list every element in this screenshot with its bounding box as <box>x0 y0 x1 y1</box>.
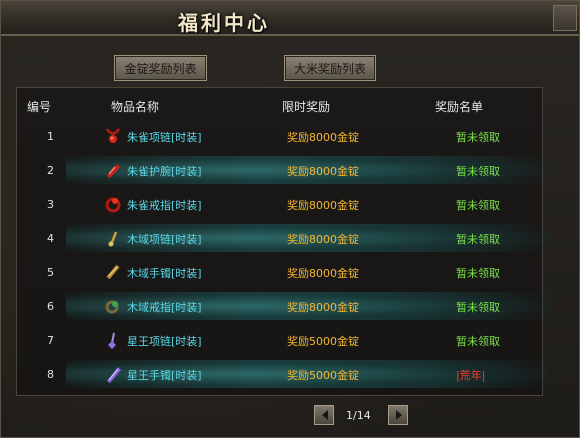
arrow-right-icon <box>396 410 402 420</box>
reward-amount: 奖励8000金锭 <box>287 301 359 314</box>
item-name[interactable]: 星王手镯[时装] <box>127 367 202 383</box>
red-necklace-icon <box>105 128 121 143</box>
item-name[interactable]: 朱雀戒指[时装] <box>127 197 202 213</box>
table-row[interactable]: 4 木域项链[时装] 奖励8000金锭 暂未领取 <box>47 224 550 252</box>
gold-bracelet-icon <box>106 264 120 280</box>
reward-amount: 奖励5000金锭 <box>287 335 359 348</box>
row-number: 3 <box>47 198 54 211</box>
item-name[interactable]: 朱雀项链[时装] <box>127 129 202 145</box>
table-row[interactable]: 8 星王手镯[时装] 奖励5000金锭 |荒年| <box>47 360 550 388</box>
row-number: 1 <box>47 130 54 143</box>
close-button[interactable] <box>553 5 577 31</box>
reward-amount: 奖励8000金锭 <box>287 233 359 246</box>
reward-amount: 奖励8000金锭 <box>287 267 359 280</box>
table-row[interactable]: 6 木域戒指[时装] 奖励8000金锭 暂未领取 <box>47 292 550 320</box>
header-number: 编号 <box>27 100 52 114</box>
item-name[interactable]: 木域手镯[时装] <box>127 265 202 281</box>
reward-amount: 奖励8000金锭 <box>287 165 359 178</box>
status-label: |荒年| <box>456 369 486 382</box>
prev-page-button[interactable] <box>314 405 334 425</box>
item-name[interactable]: 木域项链[时装] <box>127 231 202 247</box>
gold-necklace-icon <box>108 231 118 247</box>
table-row[interactable]: 3 朱雀戒指[时装] 奖励8000金锭 暂未领取 <box>47 190 550 218</box>
purple-bracelet-icon <box>107 367 121 383</box>
arrow-left-icon <box>322 410 328 420</box>
row-number: 7 <box>47 334 54 347</box>
header-reward-list: 奖励名单 <box>435 100 484 114</box>
reward-table: 编号 物品名称 限时奖励 奖励名单 1 朱雀项链[时装] 奖励8000金锭 暂未… <box>16 87 550 396</box>
red-ring-icon <box>105 197 121 213</box>
table-header: 编号 物品名称 限时奖励 奖励名单 <box>17 88 542 120</box>
welfare-center-window: 福利中心 金锭奖励列表 大米奖励列表 编号 物品名称 限时奖励 奖励名单 1 朱… <box>0 0 580 438</box>
table-row[interactable]: 1 朱雀项链[时装] 奖励8000金锭 暂未领取 <box>47 122 550 150</box>
tab-gold-ingot-rewards[interactable]: 金锭奖励列表 <box>114 55 207 81</box>
row-number: 8 <box>47 368 54 381</box>
reward-amount: 奖励8000金锭 <box>287 199 359 212</box>
item-name[interactable]: 朱雀护腕[时装] <box>127 163 202 179</box>
red-bracelet-icon <box>107 164 120 178</box>
row-number: 5 <box>47 266 54 279</box>
title-bar[interactable]: 福利中心 <box>1 1 579 36</box>
status-label: 暂未领取 <box>456 233 500 246</box>
green-ring-icon <box>105 300 119 314</box>
item-name[interactable]: 木域戒指[时装] <box>127 299 202 315</box>
status-label: 暂未领取 <box>456 199 500 212</box>
status-label: 暂未领取 <box>456 335 500 348</box>
pagination: 1/14 <box>314 405 409 427</box>
reward-amount: 奖励5000金锭 <box>287 369 359 382</box>
page-indicator: 1/14 <box>346 409 371 422</box>
table-row[interactable]: 2 朱雀护腕[时装] 奖励8000金锭 暂未领取 <box>47 156 550 184</box>
row-number: 2 <box>47 164 54 177</box>
reward-amount: 奖励8000金锭 <box>287 131 359 144</box>
item-name[interactable]: 星王项链[时装] <box>127 333 202 349</box>
window-title: 福利中心 <box>178 11 270 35</box>
next-page-button[interactable] <box>388 405 408 425</box>
table-row[interactable]: 7 星王项链[时装] 奖励5000金锭 暂未领取 <box>47 326 550 354</box>
status-label: 暂未领取 <box>456 267 500 280</box>
status-label: 暂未领取 <box>456 165 500 178</box>
tab-rice-rewards[interactable]: 大米奖励列表 <box>284 55 376 81</box>
header-limited-reward: 限时奖励 <box>282 100 331 114</box>
table-row[interactable]: 5 木域手镯[时装] 奖励8000金锭 暂未领取 <box>47 258 550 286</box>
status-label: 暂未领取 <box>456 131 500 144</box>
status-label: 暂未领取 <box>456 301 500 314</box>
header-item-name: 物品名称 <box>111 100 160 114</box>
row-number: 6 <box>47 300 54 313</box>
purple-necklace-icon <box>108 332 116 349</box>
row-number: 4 <box>47 232 54 245</box>
